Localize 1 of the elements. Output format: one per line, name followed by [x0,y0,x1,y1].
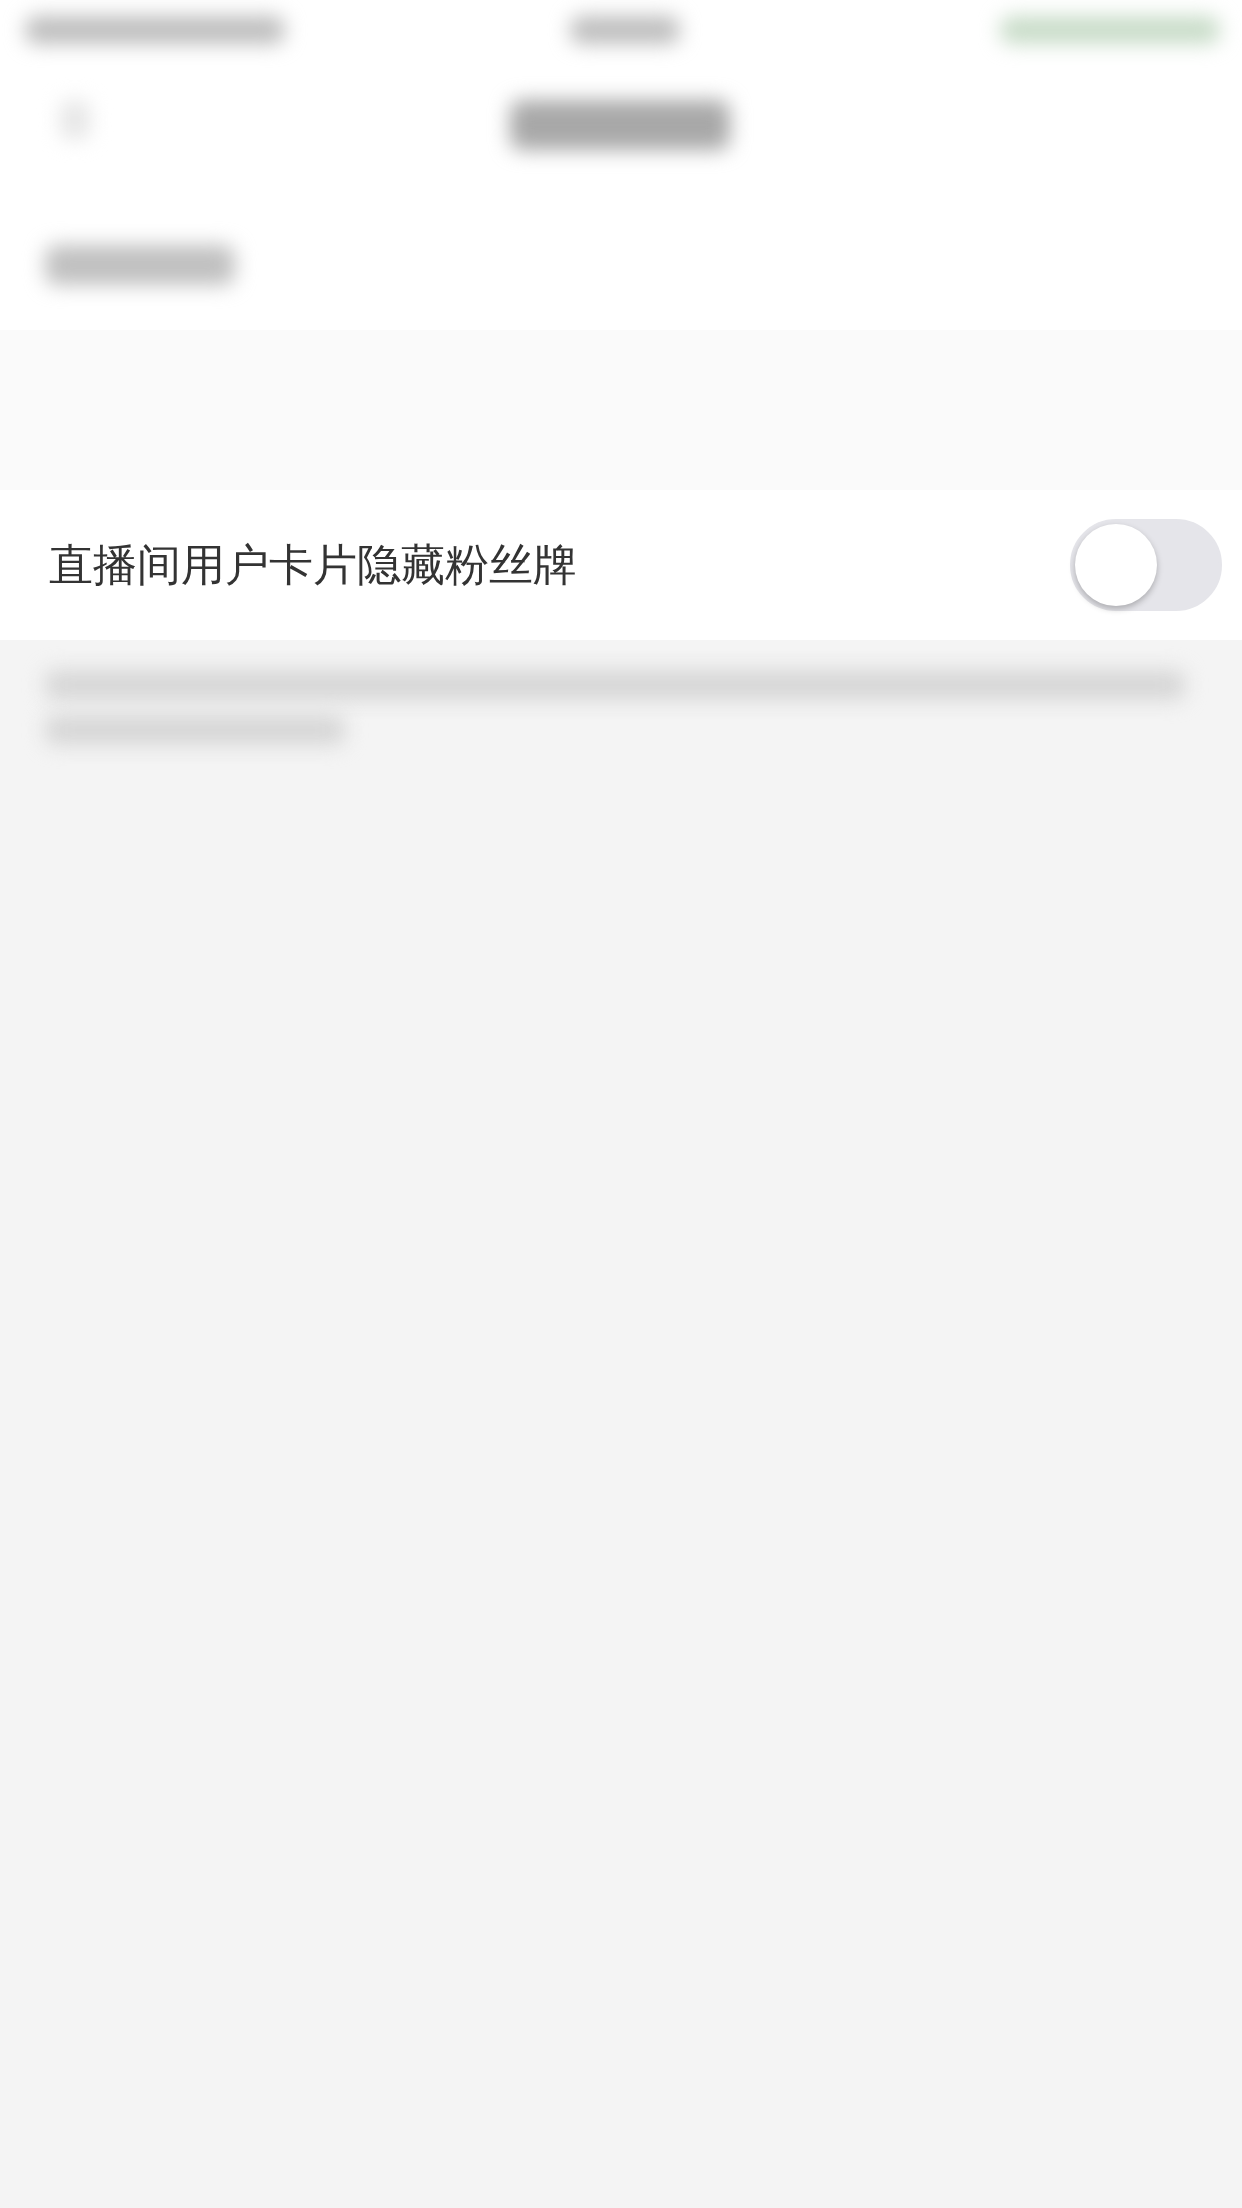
setting-label: 直播间用户卡片隐藏粉丝牌 [49,537,577,592]
